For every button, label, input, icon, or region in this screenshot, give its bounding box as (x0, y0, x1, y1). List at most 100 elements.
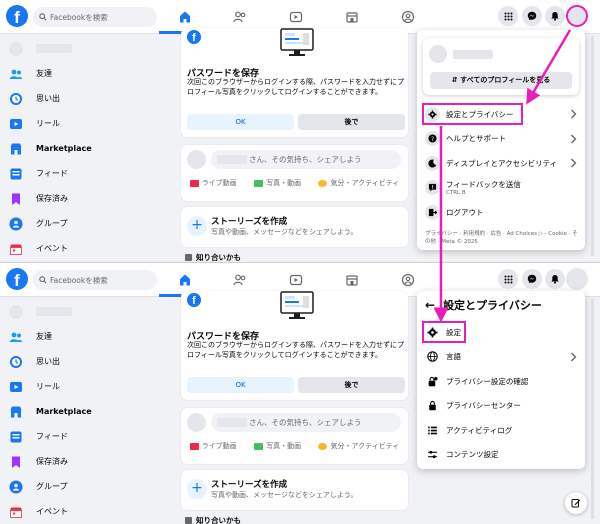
create-story-card[interactable]: + ストーリーズを作成 写真や動画、メッセージなどをシェアしよう。 (181, 470, 408, 510)
groups-icon (9, 217, 23, 231)
people-icon (185, 517, 192, 524)
sidebar-item-label: 友達 (36, 69, 52, 78)
sidebar-item-marketplace[interactable]: Marketplace (0, 136, 175, 161)
marketplace-icon (345, 275, 358, 286)
profiles-icon: ⇵ (451, 76, 461, 84)
nav-video[interactable] (268, 4, 323, 30)
menu-item-display-accessibility[interactable]: ディスプレイとアクセシビリティ (417, 151, 585, 176)
sidebar-item-events[interactable]: イベント (0, 236, 175, 261)
sidebar-item-events[interactable]: イベント (0, 499, 175, 524)
reels-icon (9, 380, 23, 394)
friends-icon (9, 67, 23, 81)
sidebar-item-label: Marketplace (36, 407, 92, 416)
nav-marketplace[interactable] (324, 267, 379, 293)
bell-icon (551, 275, 559, 284)
sidebar-item-memories[interactable]: 思い出 (0, 86, 175, 111)
menu-item-privacy-center[interactable]: プライバシーセンター (417, 394, 585, 419)
reels-icon (9, 117, 23, 131)
search-bar[interactable]: Facebookを検索 (33, 270, 157, 290)
facebook-logo[interactable]: f (6, 5, 28, 27)
action-label: 写真・動画 (266, 442, 302, 450)
sidebar-item-label: リール (36, 382, 60, 391)
menu-item-label: アクティビティログ (446, 425, 513, 435)
menu-button[interactable] (498, 6, 518, 26)
send-feedback-label: フィードバックを送信 (446, 180, 521, 190)
menu-item-language[interactable]: 言語 (417, 345, 585, 370)
nav-home[interactable] (157, 267, 212, 297)
facebook-logo[interactable]: f (6, 268, 28, 290)
menu-item-privacy-checkup[interactable]: プライバシー設定の確認 (417, 369, 585, 394)
messenger-icon (527, 274, 537, 284)
sidebar-item-reels[interactable]: リール (0, 374, 175, 399)
post-composer-input[interactable]: さん、その気持ち、シェアしよう (211, 413, 401, 432)
ok-button[interactable]: OK (187, 114, 294, 130)
messenger-button[interactable] (522, 269, 542, 289)
create-story-subtitle: 写真や動画、メッセージなどをシェアしよう。 (211, 228, 358, 236)
menu-button[interactable] (498, 269, 518, 289)
nav-profile[interactable] (380, 267, 435, 293)
people-you-may-know-heading: 知り合いかも (185, 252, 241, 262)
create-story-card[interactable]: + ストーリーズを作成 写真や動画、メッセージなどをシェアしよう。 (181, 207, 408, 247)
feedback-icon (425, 180, 440, 196)
menu-item-help-support[interactable]: ? ヘルプとサポート (417, 127, 585, 152)
profile-card: ⇵ すべてのプロフィールを見る (423, 38, 579, 95)
menu-item-activity-log[interactable]: アクティビティログ (417, 418, 585, 443)
video-icon (289, 11, 302, 23)
account-avatar-button[interactable] (566, 5, 588, 27)
sidebar-item-saved[interactable]: 保存済み (0, 186, 175, 211)
sidebar-item-profile[interactable] (0, 299, 175, 324)
sidebar-item-marketplace[interactable]: Marketplace (0, 399, 175, 424)
nav-home[interactable] (157, 4, 212, 34)
post-composer-input[interactable]: さん、その気持ち、シェアしよう (211, 150, 401, 169)
sidebar-item-friends[interactable]: 友達 (0, 324, 175, 349)
chevron-right-icon (571, 158, 577, 168)
nav-profile[interactable] (380, 4, 435, 30)
messenger-icon (527, 11, 537, 21)
save-password-card: f パスワードを保存 次回このブラウザーからログインする際、パスワードを入力せず… (181, 28, 408, 137)
people-you-may-know-label: 知り合いかも (196, 253, 241, 262)
see-all-profiles-button[interactable]: ⇵ すべてのプロフィールを見る (430, 72, 572, 89)
menu-item-content-preferences[interactable]: コンテンツ設定 (417, 443, 585, 468)
sidebar-item-profile[interactable] (0, 36, 175, 61)
sidebar-item-memories[interactable]: 思い出 (0, 349, 175, 374)
chevron-right-icon (571, 134, 577, 143)
nav-video[interactable] (268, 267, 323, 293)
memories-icon (9, 92, 23, 106)
photo-video-button[interactable]: 写真・動画 (254, 178, 301, 188)
back-arrow-icon[interactable]: ← (425, 298, 435, 312)
menu-item-label: プライバシー設定の確認 (446, 376, 529, 386)
sidebar-item-feed[interactable]: フィード (0, 424, 175, 449)
nav-friends[interactable] (212, 4, 267, 30)
screenshot-panel-after: f Facebookを検索 友達 思い出 リール Marketplace フィー… (0, 262, 600, 524)
later-button[interactable]: 後で (298, 377, 405, 393)
new-message-button[interactable] (565, 492, 587, 514)
nav-marketplace[interactable] (324, 4, 379, 30)
account-dropdown-menu: ⇵ すべてのプロフィールを見る 設定とプライバシー ? ヘルプとサポート ディス… (417, 30, 585, 250)
sidebar-item-label: イベント (36, 244, 68, 253)
menu-item-logout[interactable]: ログアウト (417, 200, 585, 225)
sidebar-item-saved[interactable]: 保存済み (0, 449, 175, 474)
live-video-button[interactable]: ライブ動画 (189, 441, 237, 451)
scrollbar[interactable] (591, 36, 594, 256)
menu-item-send-feedback[interactable]: フィードバックを送信 CTRL B (417, 176, 585, 201)
notifications-button[interactable] (545, 269, 565, 289)
sidebar-item-groups[interactable]: グループ (0, 474, 175, 499)
nav-friends[interactable] (212, 267, 267, 293)
create-story-title: ストーリーズを作成 (211, 480, 288, 490)
feeling-activity-button[interactable]: 気分・アクティビティ (318, 441, 399, 451)
account-avatar-button[interactable] (566, 268, 588, 290)
photo-video-button[interactable]: 写真・動画 (254, 441, 301, 451)
sidebar-item-friends[interactable]: 友達 (0, 61, 175, 86)
notifications-button[interactable] (545, 6, 565, 26)
search-bar[interactable]: Facebookを検索 (33, 7, 157, 27)
sidebar-item-feed[interactable]: フィード (0, 161, 175, 186)
feeling-activity-button[interactable]: 気分・アクティビティ (318, 178, 399, 188)
sidebar-item-groups[interactable]: グループ (0, 211, 175, 236)
footer-links[interactable]: プライバシー · 利用規約 · 広告 · Ad Choices ▷ · Cook… (425, 230, 581, 246)
live-video-button[interactable]: ライブ動画 (189, 178, 237, 188)
messenger-button[interactable] (522, 6, 542, 26)
ok-button[interactable]: OK (187, 377, 294, 393)
later-button[interactable]: 後で (298, 114, 405, 130)
sidebar-item-reels[interactable]: リール (0, 111, 175, 136)
scrollbar[interactable] (591, 299, 594, 519)
